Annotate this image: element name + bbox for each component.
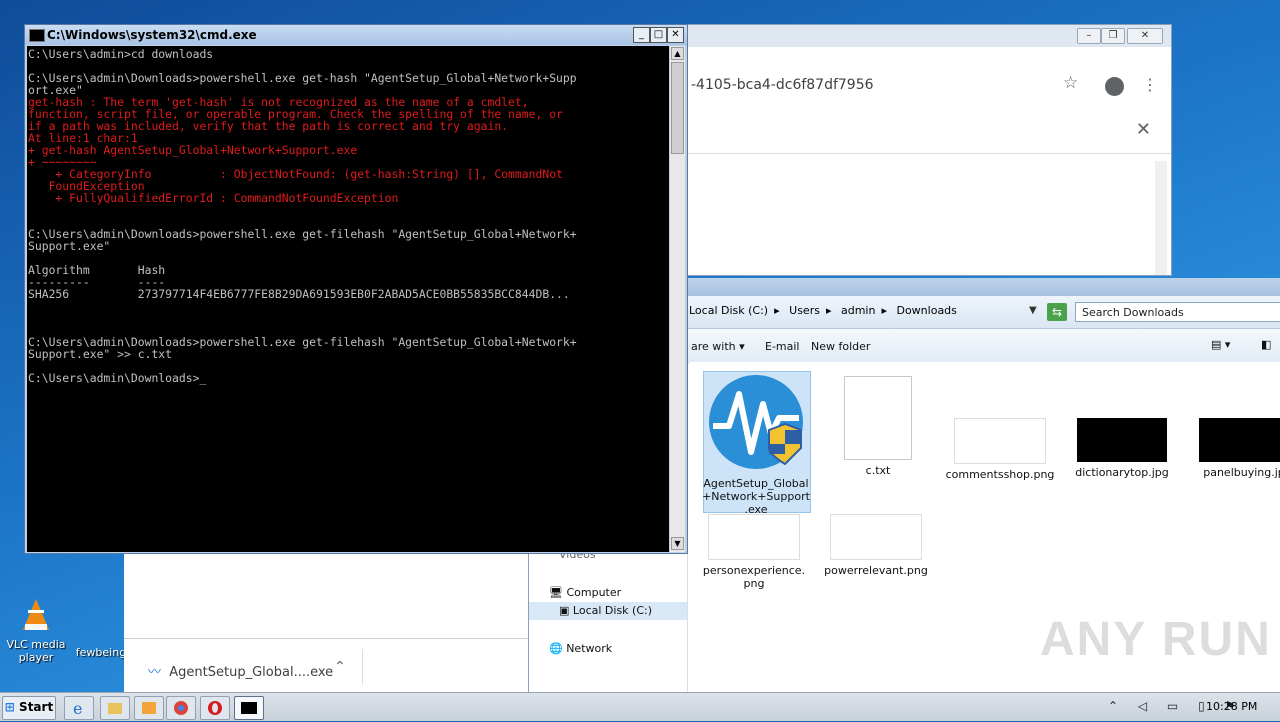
breadcrumb-item[interactable]: Local Disk (C:) [689,304,768,317]
email-button[interactable]: E-mail [765,340,800,353]
file-name: personexperience. [702,564,806,577]
cmd-window: C:\Windows\system32\cmd.exe _ □ ✕ C:\Use… [24,24,688,554]
chrome-page-area [124,548,528,638]
restore-button[interactable]: ❐ [1101,28,1125,44]
svg-text:e: e [73,699,82,718]
image-thumbnail [708,514,800,560]
preview-pane-icon[interactable]: ◧ [1261,338,1271,351]
console-error-line: + get-hash AgentSetup_Global+Network+Sup… [28,143,358,157]
cmd-app-icon [29,29,45,42]
explorer-taskbar-icon[interactable] [100,696,130,720]
opera-taskbar-icon[interactable] [200,696,230,720]
console-line: C:\Users\admin\Downloads>powershell.exe … [28,71,577,85]
address-dropdown-icon[interactable]: ▼ [1029,305,1037,316]
cmd-taskbar-icon[interactable] [234,696,264,720]
file-name: powerrelevant.png [824,564,928,577]
image-thumbnail [1077,418,1167,462]
console-line: C:\Users\admin>cd downloads [28,47,214,61]
console-line: C:\Users\admin\Downloads>powershell.exe … [28,227,577,241]
share-with-menu[interactable]: are with ▾ [691,340,745,353]
file-name: +Network+Support [702,490,810,503]
breadcrumb[interactable]: Local Disk (C:) ▸ Users ▸ admin ▸ Downloads [689,304,963,317]
nav-item-network[interactable]: 🌐 Network [549,642,612,655]
file-name: dictionarytop.jpg [1075,466,1169,479]
nav-item-local-disk[interactable]: ▣ Local Disk (C:) [559,604,652,617]
refresh-icon[interactable]: ⇆ [1047,303,1067,321]
text-file-icon [844,376,912,460]
breadcrumb-item[interactable]: admin [841,304,875,317]
chrome-taskbar-icon[interactable] [166,696,196,720]
file-name: panelbuying.jp [1203,466,1280,479]
divider [362,649,363,685]
cmd-titlebar: C:\Windows\system32\cmd.exe _ □ ✕ [25,25,687,45]
file-item[interactable]: c.txt [823,376,933,477]
console-line: C:\Users\admin\Downloads>_ [28,371,207,385]
close-button[interactable]: ✕ [667,27,684,43]
window-title: C:\Windows\system32\cmd.exe [47,28,257,42]
windows-logo-icon: ⊞ [4,700,15,714]
vlc-icon [16,596,56,636]
download-shelf: 〰 AgentSetup_Global....exe ⌃ [124,638,528,693]
bookmark-star-icon[interactable]: ☆ [1063,73,1078,93]
scroll-down-icon[interactable]: ▼ [671,537,684,550]
network-icon: 🌐 [549,642,563,655]
desktop-icon-vlc[interactable]: VLC media player [0,596,72,664]
ie-taskbar-icon[interactable]: e [64,696,94,720]
breadcrumb-item[interactable]: Users [789,304,820,317]
clock[interactable]: 10:28 PM [1206,700,1257,713]
file-item[interactable]: personexperience. png [699,514,809,590]
chrome-menu-icon[interactable]: ⋮ [1142,75,1158,94]
minimize-button[interactable]: – [1077,28,1101,44]
file-item[interactable]: dictionarytop.jpg [1067,418,1177,479]
profile-avatar-icon[interactable] [1105,77,1124,96]
infobar-close-icon[interactable]: ✕ [1136,119,1151,140]
cmd-scrollbar[interactable]: ▲ ▼ [670,46,685,552]
file-name: AgentSetup_Global [703,477,809,490]
image-thumbnail [1199,418,1280,462]
desktop-icon-label: VLC media player [6,638,66,664]
console-output[interactable]: C:\Users\admin>cd downloads C:\Users\adm… [27,46,669,552]
chrome-window: – ❐ ✕ -4105-bca4-dc6f87df7956 ☆ ⋮ ✕ [686,24,1172,276]
scroll-thumb[interactable] [671,62,684,154]
image-thumbnail [954,418,1046,464]
search-input[interactable]: Search Downloads [1075,302,1280,322]
file-name: c.txt [865,464,891,477]
nav-item-computer[interactable]: 🖥 Computer [549,586,621,599]
download-item[interactable]: 〰 AgentSetup_Global....exe [148,661,333,680]
close-button[interactable]: ✕ [1127,28,1163,44]
console-line: Support.exe" [28,239,111,253]
console-line: SHA256 273797714F4EB6777FE8B29DA691593EB… [28,287,570,301]
breadcrumb-item[interactable]: Downloads [896,304,956,317]
file-item[interactable]: AgentSetup_Global +Network+Support .exe [701,374,811,516]
console-error-line: + FullyQualifiedErrorId : CommandNotFoun… [28,191,399,205]
media-player-taskbar-icon[interactable] [134,696,164,720]
minimize-button[interactable]: _ [633,27,650,43]
agentsetup-app-icon [701,374,811,473]
console-line: Support.exe" >> c.txt [28,347,173,361]
new-folder-button[interactable]: New folder [811,340,870,353]
chrome-infobar: ✕ [687,107,1171,154]
chrome-titlebar: – ❐ ✕ [687,25,1171,47]
file-name: commentsshop.png [945,468,1055,481]
file-name: png [743,577,765,590]
chevron-up-icon[interactable]: ⌃ [334,659,346,675]
taskbar: ⊞ Start e ⌃ ◁ ▭ ▯ ⚑ 10:28 PM [0,692,1280,721]
maximize-button[interactable]: □ [650,27,667,43]
computer-icon: 🖥 [549,586,563,599]
file-item[interactable]: panelbuying.jp [1189,418,1280,479]
view-options-icon[interactable]: ▤ ▾ [1211,338,1230,351]
watermark-logo: ANY RUN [1040,613,1272,666]
image-thumbnail [830,514,922,560]
file-item[interactable]: powerrelevant.png [821,514,931,577]
scroll-up-icon[interactable]: ▲ [671,47,684,60]
file-item[interactable]: commentsshop.png [945,418,1055,481]
download-file-icon: 〰 [148,665,162,680]
disk-icon: ▣ [559,604,570,617]
address-bar-url[interactable]: -4105-bca4-dc6f87df7956 [691,77,874,93]
start-button[interactable]: ⊞ Start [2,696,56,720]
chrome-scrollbar[interactable] [1155,161,1167,275]
